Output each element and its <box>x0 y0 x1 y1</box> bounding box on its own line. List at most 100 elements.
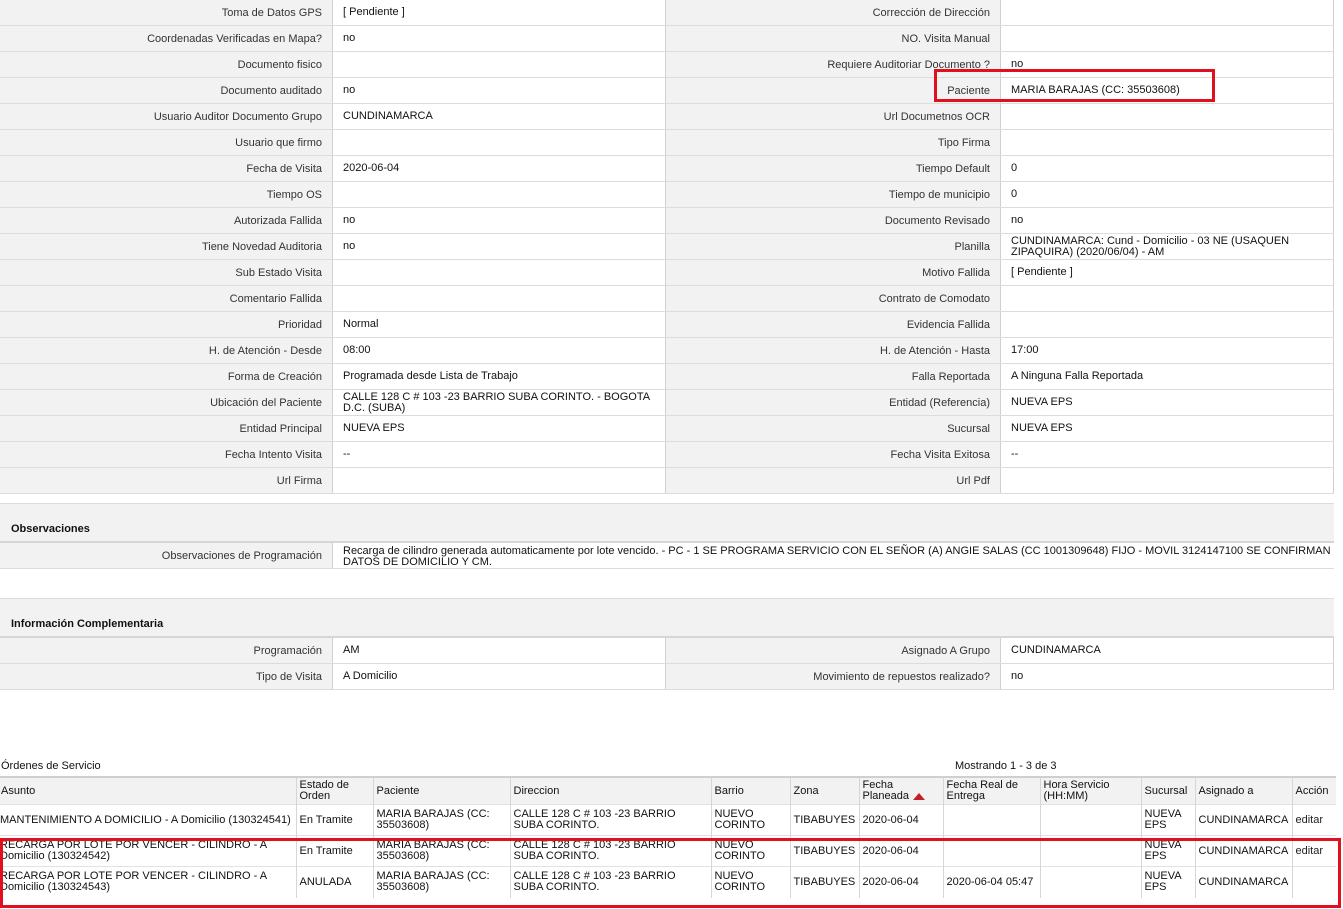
table-cell: 2020-06-04 <box>858 835 943 867</box>
field-value: Programada desde Lista de Trabajo <box>332 364 666 389</box>
field-value <box>1000 468 1334 493</box>
detail-row: Ubicación del Paciente CALLE 128 C # 103 … <box>0 390 1334 416</box>
table-cell: ANULADA <box>295 866 373 898</box>
column-header[interactable]: Hora Servicio (HH:MM) <box>1039 777 1141 805</box>
column-header-label: Asunto <box>1 784 36 797</box>
field-label: Documento auditado <box>0 78 332 103</box>
table-cell <box>1039 804 1141 836</box>
table-cell: CUNDINAMARCA <box>1194 866 1292 898</box>
field-label: Falla Reportada <box>666 364 1000 389</box>
table-cell: 2020-06-04 <box>858 866 943 898</box>
table-cell <box>1039 866 1141 898</box>
field-value <box>332 52 666 77</box>
detail-row: Autorizada Fallida no Documento Revisado no <box>0 208 1334 234</box>
column-header[interactable]: Paciente <box>372 777 510 805</box>
field-label: Tiempo OS <box>0 182 332 207</box>
action-cell: editar <box>1291 804 1336 836</box>
column-header-label: Zona <box>793 784 819 797</box>
detail-row: Url Firma Url Pdf <box>0 468 1334 494</box>
column-header-label: Estado de Orden <box>299 779 350 802</box>
field-label: NO. Visita Manual <box>666 26 1000 51</box>
detail-row: Documento fisico Requiere Auditoriar Docu… <box>0 52 1334 78</box>
field-value: 0 <box>1000 156 1334 181</box>
field-label: Autorizada Fallida <box>0 208 332 233</box>
column-header[interactable]: Fecha Real de Entrega <box>942 777 1040 805</box>
table-cell: MARIA BARAJAS (CC: 35503608) <box>372 866 510 898</box>
field-value: CALLE 128 C # 103 -23 BARRIO SUBA CORINT… <box>332 390 666 415</box>
column-header[interactable]: Fecha Planeada <box>858 777 943 805</box>
action-cell <box>1291 866 1336 898</box>
field-label: Documento Revisado <box>666 208 1000 233</box>
field-label: Fecha de Visita <box>0 156 332 181</box>
column-header-label: Fecha Real de Entrega <box>946 779 1019 802</box>
field-value: no <box>332 78 666 103</box>
orders-table: Asunto Estado de Orden Paciente Direccion Ba… <box>0 776 1336 898</box>
field-value <box>1000 104 1334 129</box>
field-label: Usuario Auditor Documento Grupo <box>0 104 332 129</box>
table-cell: CUNDINAMARCA <box>1194 835 1292 867</box>
column-header-label: Barrio <box>714 784 744 797</box>
field-value: CUNDINAMARCA: Cund - Domicilio - 03 NE (… <box>1000 234 1334 259</box>
field-label: Sub Estado Visita <box>0 260 332 285</box>
field-value: no <box>332 26 666 51</box>
table-cell: 2020-06-04 <box>858 804 943 836</box>
field-value: NUEVA EPS <box>1000 390 1334 415</box>
field-label: H. de Atención - Hasta <box>666 338 1000 363</box>
table-row[interactable]: RECARGA POR LOTE POR VENCER - CILINDRO -… <box>0 835 1336 867</box>
field-label: Ubicación del Paciente <box>0 390 332 415</box>
field-value: -- <box>1000 442 1334 467</box>
column-header[interactable]: Direccion <box>509 777 711 805</box>
field-value: no <box>1000 52 1334 77</box>
detail-row: Fecha de Visita 2020-06-04 Tiempo Default 0 <box>0 156 1334 182</box>
action-cell: editar <box>1291 835 1336 867</box>
column-header-label: Direccion <box>513 784 560 797</box>
observaciones-label: Observaciones de Programación <box>0 543 332 568</box>
edit-link[interactable]: editar <box>1296 845 1324 857</box>
field-value <box>332 182 666 207</box>
table-row[interactable]: RECARGA POR LOTE POR VENCER - CILINDRO -… <box>0 866 1336 898</box>
detail-row: Entidad Principal NUEVA EPS Sucursal NUEVA … <box>0 416 1334 442</box>
field-value <box>1000 0 1334 25</box>
table-cell: MANTENIMIENTO A DOMICILIO - A Domicilio … <box>0 804 296 836</box>
column-header-label: Asignado a <box>1198 784 1254 797</box>
edit-link[interactable]: editar <box>1296 814 1324 826</box>
field-label: Planilla <box>666 234 1000 259</box>
field-label: Sucursal <box>666 416 1000 441</box>
observaciones-value: Recarga de cilindro generada automaticam… <box>332 543 1334 568</box>
column-header-label: Sucursal <box>1144 784 1188 797</box>
column-header[interactable]: Acción <box>1291 777 1336 805</box>
field-label: Paciente <box>666 78 1000 103</box>
table-cell: NUEVA EPS <box>1140 804 1195 836</box>
field-label: Programación <box>0 638 332 663</box>
table-cell: NUEVA EPS <box>1140 866 1195 898</box>
column-header[interactable]: Asignado a <box>1194 777 1292 805</box>
orders-title: Órdenes de Servicio <box>1 760 101 772</box>
detail-row: Prioridad Normal Evidencia Fallida <box>0 312 1334 338</box>
field-label: Movimiento de repuestos realizado? <box>666 664 1000 689</box>
detail-row: H. de Atención - Desde 08:00 H. de Atenció… <box>0 338 1334 364</box>
table-cell <box>942 804 1040 836</box>
field-label: Forma de Creación <box>0 364 332 389</box>
column-header[interactable]: Barrio <box>710 777 790 805</box>
field-value <box>1000 286 1334 311</box>
table-row[interactable]: MANTENIMIENTO A DOMICILIO - A Domicilio … <box>0 804 1336 836</box>
observaciones-title: Observaciones <box>11 523 90 535</box>
field-value: MARIA BARAJAS (CC: 35503608) <box>1000 78 1334 103</box>
column-header[interactable]: Estado de Orden <box>295 777 373 805</box>
detail-row: Sub Estado Visita Motivo Fallida[ Pendien… <box>0 260 1334 286</box>
column-header[interactable]: Zona <box>789 777 859 805</box>
field-value: 2020-06-04 <box>332 156 666 181</box>
column-header[interactable]: Sucursal <box>1140 777 1195 805</box>
field-value: A Domicilio <box>332 664 666 689</box>
field-value: 17:00 <box>1000 338 1334 363</box>
table-cell: En Tramite <box>295 835 373 867</box>
field-label: Motivo Fallida <box>666 260 1000 285</box>
column-header[interactable]: Asunto <box>0 777 296 805</box>
field-value: NUEVA EPS <box>332 416 666 441</box>
field-label: Prioridad <box>0 312 332 337</box>
detail-row: Forma de Creación Programada desde Lista … <box>0 364 1334 390</box>
sort-ascending-icon[interactable] <box>913 792 925 800</box>
field-label: Url Firma <box>0 468 332 493</box>
complementaria-section-title: Información Complementaria <box>0 598 1334 636</box>
observaciones-section-title: Observaciones <box>0 503 1334 541</box>
